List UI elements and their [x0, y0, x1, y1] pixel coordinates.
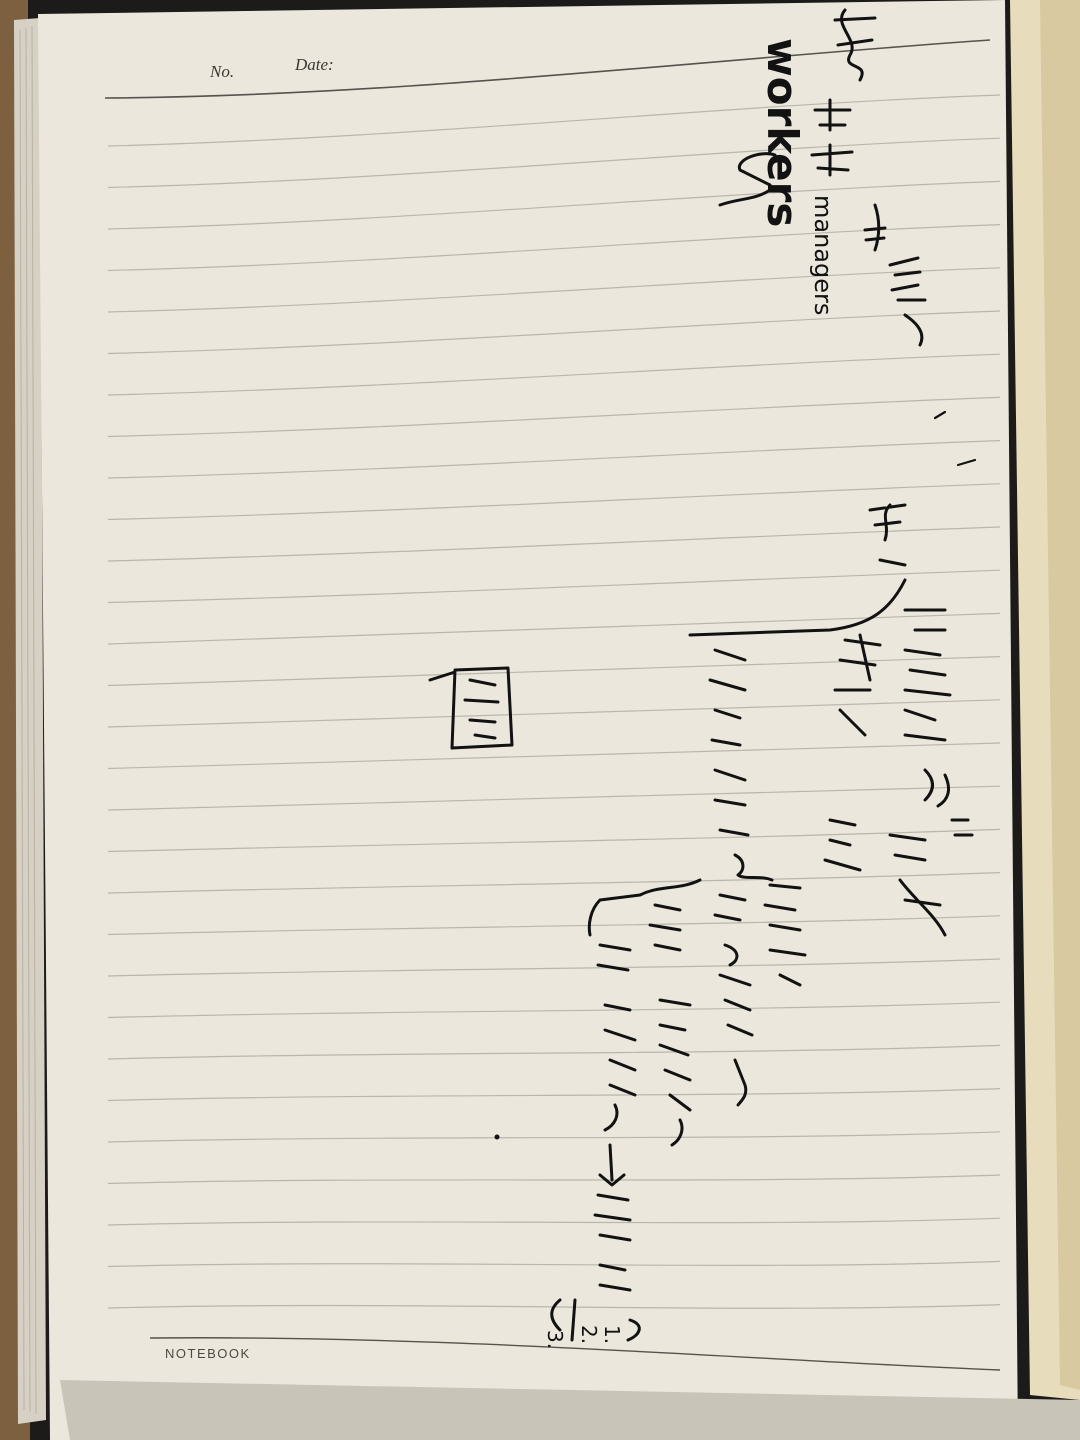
managers-text: managers [809, 195, 837, 315]
list-number-2: 2. [577, 1325, 601, 1344]
brand-label: NOTEBOOK [165, 1346, 251, 1361]
list-number-1: 1. [600, 1325, 624, 1344]
list-number-3: 3. [543, 1330, 567, 1349]
photo-stage: No. Date: NOTEBOOK workers managers 1. 2… [0, 0, 1080, 1440]
number-label: No. [209, 62, 234, 81]
notebook-photo: No. Date: NOTEBOOK workers managers 1. 2… [0, 0, 1080, 1440]
date-label: Date: [294, 55, 334, 74]
workers-text: workers [758, 38, 807, 227]
notebook-page [38, 0, 1018, 1440]
